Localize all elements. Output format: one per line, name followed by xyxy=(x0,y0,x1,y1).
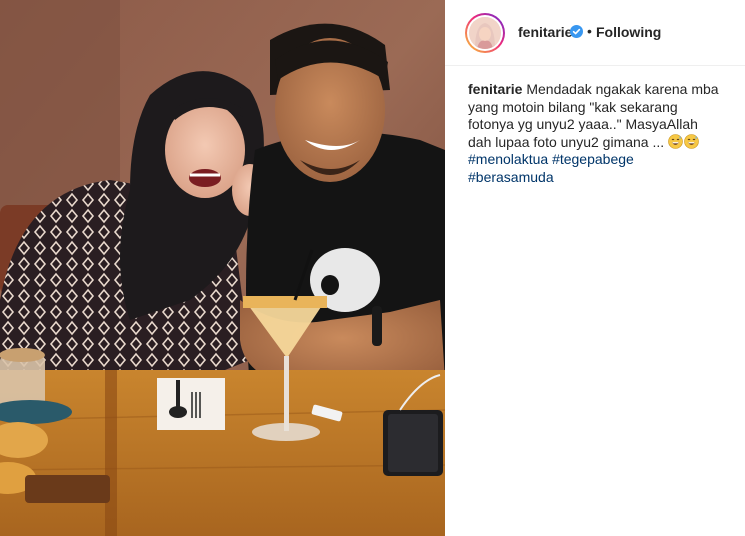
caption-username[interactable]: fenitarie xyxy=(468,81,522,97)
grinning-sweat-emoji-icon xyxy=(668,133,683,149)
avatar-border xyxy=(467,15,503,51)
avatar-picture xyxy=(469,17,501,49)
hashtag-link[interactable]: #menolaktua xyxy=(468,151,548,167)
grinning-sweat-emoji-icon xyxy=(684,133,699,149)
post-photo[interactable] xyxy=(0,0,445,536)
post-photo-image xyxy=(0,0,445,536)
profile-avatar-image xyxy=(469,17,501,49)
post-sidebar: fenitarie • Following fenitarie Mendadak… xyxy=(445,0,745,536)
header-separator: • xyxy=(587,23,592,39)
hashtag-link[interactable]: #berasamuda xyxy=(468,169,554,185)
avatar[interactable] xyxy=(465,13,505,53)
following-button[interactable]: Following xyxy=(596,24,661,40)
post-caption: fenitarie Mendadak ngakak karena mba yan… xyxy=(468,81,720,187)
verified-badge-icon xyxy=(570,25,583,38)
hashtag-link[interactable]: #tegepabege xyxy=(552,151,634,167)
username-link[interactable]: fenitarie xyxy=(518,24,572,40)
post-header: fenitarie • Following xyxy=(445,0,745,66)
